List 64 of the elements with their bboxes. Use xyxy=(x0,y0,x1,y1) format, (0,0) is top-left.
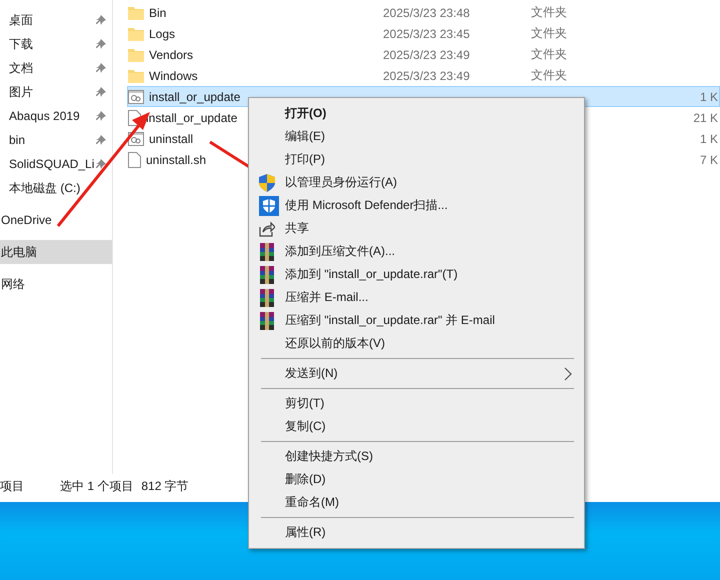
file-name: uninstall.sh xyxy=(146,152,206,166)
sidebar-item[interactable]: Abaqus 2019 xyxy=(0,104,112,128)
type-cell: 文件夹 xyxy=(531,47,567,61)
folder-icon xyxy=(128,26,144,40)
menu-item[interactable]: 打印(P) xyxy=(251,148,582,171)
file-name: uninstall xyxy=(149,132,194,146)
sidebar-item[interactable]: SolidSQUAD_Li xyxy=(0,152,112,176)
archive-icon xyxy=(259,242,275,260)
menu-item[interactable]: 添加到压缩文件(A)... xyxy=(251,240,582,263)
size-cell: 1 K xyxy=(700,132,718,146)
menu-item[interactable]: 复制(C) xyxy=(251,415,582,438)
file-name: Logs xyxy=(149,26,176,40)
archive-icon xyxy=(259,288,275,306)
menu-item[interactable]: 属性(R) xyxy=(251,521,582,544)
file-name: install_or_update xyxy=(149,90,240,104)
document-icon xyxy=(128,152,141,168)
sidebar-item[interactable]: 此电脑 xyxy=(0,240,112,264)
menu-item[interactable]: 共享 xyxy=(251,217,582,240)
archive-icon xyxy=(259,312,275,330)
menu-item[interactable]: 添加到 "install_or_update.rar"(T) xyxy=(251,263,582,286)
date-cell: 2025/3/23 23:49 xyxy=(383,68,470,82)
type-cell: 文件夹 xyxy=(531,26,567,40)
archive-icon xyxy=(259,266,275,284)
menu-item[interactable]: 删除(D) xyxy=(251,468,582,491)
file-name: Bin xyxy=(149,6,166,20)
menu-item[interactable]: 创建快捷方式(S) xyxy=(251,445,582,468)
menu-item[interactable]: 重命名(M) xyxy=(251,491,582,514)
sidebar-item[interactable]: OneDrive xyxy=(0,208,112,232)
shield-icon xyxy=(259,196,279,216)
date-cell: 2025/3/23 23:48 xyxy=(383,6,470,20)
sidebar-item[interactable]: 本地磁盘 (C:) xyxy=(0,176,112,200)
chevron-right-icon xyxy=(564,366,572,380)
menu-item[interactable]: 使用 Microsoft Defender扫描... xyxy=(251,194,582,217)
type-cell: 文件夹 xyxy=(531,5,567,19)
menu-item[interactable]: 发送到(N) xyxy=(251,362,582,385)
status-text: 项目 xyxy=(0,478,24,494)
share-icon xyxy=(259,220,275,236)
file-name: Vendors xyxy=(149,48,194,62)
menu-item[interactable]: 剪切(T) xyxy=(251,392,582,415)
folder-icon xyxy=(128,6,144,20)
menu-item[interactable]: 编辑(E) xyxy=(251,125,582,148)
menu-item[interactable]: 压缩到 "install_or_update.rar" 并 E-mail xyxy=(251,309,582,332)
shield-icon xyxy=(259,174,275,192)
size-cell: 21 K xyxy=(693,110,718,124)
menu-item[interactable]: 以管理员身份运行(A) xyxy=(251,171,582,194)
sidebar-item[interactable]: 下载 xyxy=(0,32,112,56)
sidebar-item[interactable]: 网络 xyxy=(0,272,112,296)
date-cell: 2025/3/23 23:45 xyxy=(383,26,470,40)
menu-item[interactable]: 还原以前的版本(V) xyxy=(251,332,582,355)
menu-item[interactable]: 压缩并 E-mail... xyxy=(251,286,582,309)
sidebar-item[interactable]: bin xyxy=(0,128,112,152)
size-cell: 1 K xyxy=(700,90,718,104)
gear-file-icon xyxy=(128,90,144,104)
folder-icon xyxy=(128,48,144,62)
sidebar-item[interactable]: 图片 xyxy=(0,80,112,104)
date-cell: 2025/3/23 23:49 xyxy=(383,48,470,62)
sidebar-item[interactable]: 桌面 xyxy=(0,8,112,32)
folder-icon xyxy=(128,68,144,82)
status-text: 812 字节 xyxy=(141,478,189,494)
type-cell: 文件夹 xyxy=(531,68,567,82)
sidebar-item[interactable]: 文档 xyxy=(0,56,112,80)
size-cell: 7 K xyxy=(700,152,718,166)
status-text: 选中 1 个项目 xyxy=(60,478,134,494)
file-name: Windows xyxy=(149,68,198,82)
